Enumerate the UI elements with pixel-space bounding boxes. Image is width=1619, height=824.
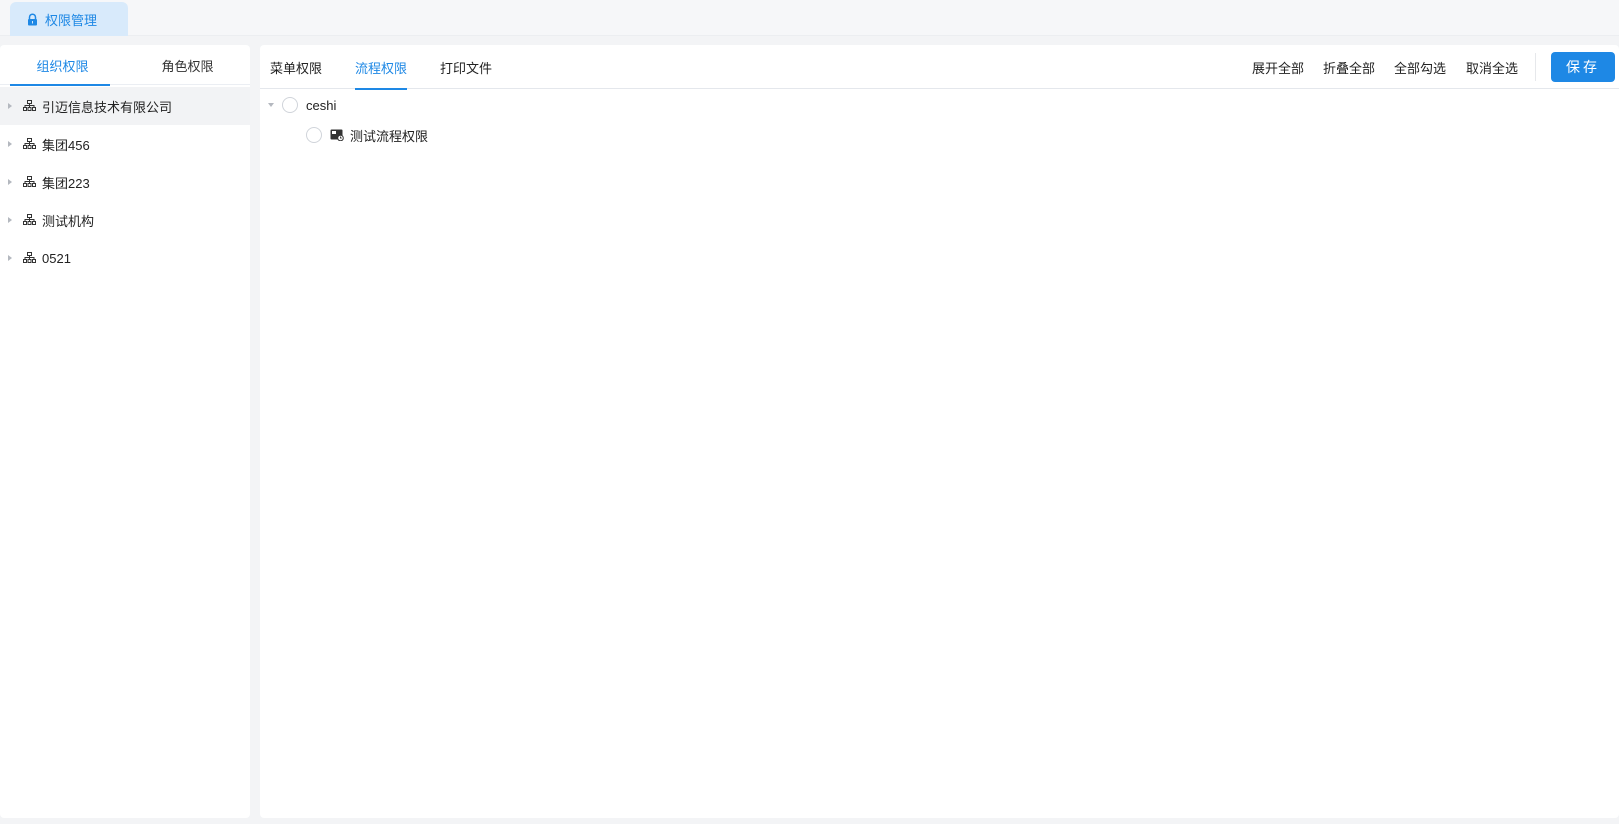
expand-all-button[interactable]: 展开全部 (1252, 45, 1304, 89)
tab-label: 组织权限 (36, 58, 89, 74)
tab-label: 角色权限 (161, 58, 214, 74)
org-tree-node[interactable]: 0521 (0, 239, 250, 277)
node-checkbox[interactable] (282, 97, 298, 113)
org-icon (23, 214, 36, 226)
tab-flow-permission[interactable]: 流程权限 (355, 45, 408, 90)
tab-label: 权限管理 (45, 12, 98, 28)
org-icon (23, 100, 36, 112)
tab-permission-management[interactable]: 权限管理 (10, 2, 128, 36)
tab-menu-permission[interactable]: 菜单权限 (270, 45, 322, 89)
org-node-label: 集团456 (42, 137, 90, 153)
org-tree-node[interactable]: 集团223 (0, 163, 250, 201)
org-node-label: 0521 (42, 250, 71, 266)
collapse-caret-icon[interactable] (268, 103, 274, 107)
top-tab-bar: 权限管理 (0, 0, 1619, 36)
node-checkbox[interactable] (306, 127, 322, 143)
tab-label: 流程权限 (355, 60, 408, 76)
expand-caret-icon[interactable] (8, 103, 12, 109)
org-permission-panel: 组织权限 角色权限 引迈信息技术有限公司 集团456 集团223 测试机构 05… (0, 45, 250, 818)
expand-caret-icon[interactable] (8, 217, 12, 223)
permission-detail-panel: 菜单权限 流程权限 打印文件 展开全部 折叠全部 全部勾选 取消全选 保存 ce… (260, 45, 1619, 818)
permission-toolbar: 菜单权限 流程权限 打印文件 展开全部 折叠全部 全部勾选 取消全选 保存 (260, 45, 1619, 90)
org-node-label: 集团223 (42, 175, 90, 191)
org-tree-node[interactable]: 引迈信息技术有限公司 (0, 87, 250, 125)
org-icon (23, 252, 36, 264)
org-tree-node[interactable]: 测试机构 (0, 201, 250, 239)
tab-label: 打印文件 (440, 60, 493, 76)
org-node-label: 引迈信息技术有限公司 (42, 99, 173, 115)
expand-caret-icon[interactable] (8, 179, 12, 185)
tab-org-permission[interactable]: 组织权限 (0, 45, 125, 86)
org-node-label: 测试机构 (42, 213, 95, 229)
expand-caret-icon[interactable] (8, 255, 12, 261)
toolbar-divider (1535, 53, 1536, 81)
perm-node-label: ceshi (306, 97, 337, 113)
left-tabs: 组织权限 角色权限 (0, 45, 250, 86)
perm-tree-node-root[interactable]: ceshi (268, 95, 336, 115)
tab-print-files[interactable]: 打印文件 (440, 45, 492, 89)
org-icon (23, 176, 36, 188)
flow-icon (330, 129, 344, 141)
select-all-button[interactable]: 全部勾选 (1394, 45, 1446, 89)
expand-caret-icon[interactable] (8, 141, 12, 147)
tab-label: 菜单权限 (270, 60, 323, 76)
org-icon (23, 138, 36, 150)
perm-tree-node-child[interactable]: 测试流程权限 (306, 125, 428, 145)
collapse-all-button[interactable]: 折叠全部 (1323, 45, 1375, 89)
lock-icon (26, 13, 39, 26)
org-tree-node[interactable]: 集团456 (0, 125, 250, 163)
perm-node-label: 测试流程权限 (350, 128, 429, 144)
save-button[interactable]: 保存 (1551, 52, 1615, 82)
deselect-all-button[interactable]: 取消全选 (1466, 45, 1518, 89)
org-tree: 引迈信息技术有限公司 集团456 集团223 测试机构 0521 (0, 85, 250, 277)
tab-role-permission[interactable]: 角色权限 (125, 45, 250, 85)
